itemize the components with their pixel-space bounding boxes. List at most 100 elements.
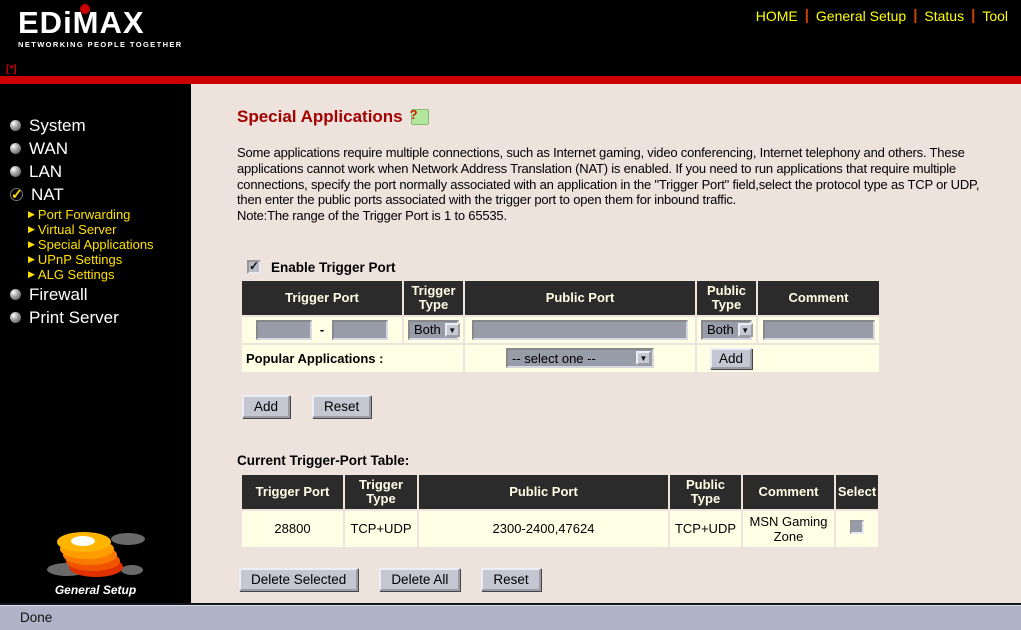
submenu-item-label: Port Forwarding (38, 207, 130, 222)
enable-trigger-port-checkbox[interactable] (247, 260, 261, 274)
logo-text: EDiMAX (18, 8, 183, 38)
description-text: Some applications require multiple conne… (237, 145, 979, 207)
nav-general-setup[interactable]: General Setup (809, 8, 913, 24)
nav-status[interactable]: Status (917, 8, 971, 24)
row-comment: MSN Gaming Zone (743, 511, 834, 547)
submenu-item-label: UPnP Settings (38, 252, 122, 267)
router-admin-window: EDiMAX NETWORKING PEOPLE TOGETHER HOME |… (0, 0, 1021, 630)
reset-button[interactable]: Reset (312, 395, 371, 418)
sidebar-item-lan[interactable]: LAN (0, 160, 191, 183)
row-public-type: TCP+UDP (670, 511, 741, 547)
col-header-public-type: Public Type (670, 475, 741, 509)
trigger-port-to-input[interactable] (332, 320, 388, 340)
page-title: Special Applications (237, 107, 403, 127)
page-description: Some applications require multiple conne… (237, 145, 1005, 224)
triangle-icon: ▶ (28, 237, 35, 252)
sidebar-item-upnp-settings[interactable]: ▶ UPnP Settings (28, 252, 191, 267)
public-type-select[interactable]: Both ▼ (701, 320, 752, 340)
sidebar-item-virtual-server[interactable]: ▶ Virtual Server (28, 222, 191, 237)
public-type-cell: Both ▼ (697, 317, 756, 343)
col-header-comment: Comment (758, 281, 879, 315)
sidebar: System WAN LAN NAT ▶ Port Forwarding (0, 84, 191, 603)
col-header-public-port: Public Port (419, 475, 668, 509)
col-header-select: Select (836, 475, 878, 509)
general-setup-label: General Setup (0, 583, 191, 597)
help-book-icon[interactable] (411, 109, 429, 125)
red-divider-bar (0, 76, 1021, 84)
broken-image-marker: [*] (6, 64, 17, 75)
reset-table-button[interactable]: Reset (481, 568, 540, 591)
row-select-checkbox[interactable] (850, 520, 864, 534)
delete-all-button[interactable]: Delete All (379, 568, 460, 591)
row-trigger-type: TCP+UDP (345, 511, 417, 547)
dropdown-arrow-icon: ▼ (738, 323, 753, 337)
dropdown-arrow-icon: ▼ (445, 323, 460, 337)
col-header-public-port: Public Port (465, 281, 695, 315)
bullet-icon (10, 312, 21, 323)
sidebar-item-wan[interactable]: WAN (0, 137, 191, 160)
sidebar-item-port-forwarding[interactable]: ▶ Port Forwarding (28, 207, 191, 222)
general-setup-icon (41, 525, 151, 583)
dropdown-arrow-icon: ▼ (636, 351, 651, 365)
submenu-item-label: Virtual Server (38, 222, 117, 237)
col-header-comment: Comment (743, 475, 834, 509)
sidebar-item-label: WAN (29, 139, 68, 158)
table-row: 28800 TCP+UDP 2300-2400,47624 TCP+UDP MS… (242, 511, 878, 547)
public-port-cell (465, 317, 695, 343)
description-note: Note:The range of the Trigger Port is 1 … (237, 208, 1005, 224)
sidebar-item-firewall[interactable]: Firewall (0, 283, 191, 306)
bullet-icon (10, 166, 21, 177)
col-header-trigger-port: Trigger Port (242, 475, 343, 509)
popular-select-cell: -- select one -- ▼ (465, 345, 695, 372)
sidebar-item-label: LAN (29, 162, 62, 181)
col-header-trigger-type: Trigger Type (404, 281, 463, 315)
sidebar-item-label: Firewall (29, 285, 88, 304)
trigger-port-from-input[interactable] (256, 320, 312, 340)
col-header-trigger-port: Trigger Port (242, 281, 402, 315)
row-trigger-port: 28800 (242, 511, 343, 547)
row-public-port: 2300-2400,47624 (419, 511, 668, 547)
logo-red-dot-icon (80, 4, 90, 14)
header: EDiMAX NETWORKING PEOPLE TOGETHER HOME |… (0, 0, 1021, 76)
sidebar-item-label: NAT (31, 185, 64, 204)
edimax-logo: EDiMAX NETWORKING PEOPLE TOGETHER (18, 8, 183, 49)
enable-trigger-port-label: Enable Trigger Port (271, 260, 396, 275)
sidebar-item-special-applications[interactable]: ▶ Special Applications (28, 237, 191, 252)
col-header-public-type: Public Type (697, 281, 756, 315)
public-port-input[interactable] (472, 320, 688, 340)
sidebar-item-nat[interactable]: NAT (0, 183, 191, 206)
col-header-trigger-type: Trigger Type (345, 475, 417, 509)
popular-applications-select[interactable]: -- select one -- ▼ (506, 348, 654, 368)
delete-selected-button[interactable]: Delete Selected (239, 568, 358, 591)
nav-home[interactable]: HOME (749, 8, 805, 24)
popular-applications-label: Popular Applications : (242, 345, 463, 372)
popular-add-cell: Add (697, 345, 879, 372)
status-text: Done (20, 610, 52, 625)
row-select-cell (836, 511, 878, 547)
popular-select-value: -- select one -- (508, 351, 636, 366)
checkmark-icon (10, 188, 23, 201)
logo-tagline: NETWORKING PEOPLE TOGETHER (18, 40, 183, 49)
trigger-form-table: Trigger Port Trigger Type Public Port Pu… (240, 279, 881, 374)
trigger-port-range-cell: - (242, 317, 402, 343)
sidebar-item-label: System (29, 116, 86, 135)
public-type-value: Both (703, 322, 738, 337)
trigger-type-value: Both (410, 322, 445, 337)
triangle-icon: ▶ (28, 222, 35, 237)
sidebar-item-system[interactable]: System (0, 114, 191, 137)
bullet-icon (10, 289, 21, 300)
sidebar-item-print-server[interactable]: Print Server (0, 306, 191, 329)
triangle-icon: ▶ (28, 207, 35, 222)
comment-input[interactable] (763, 320, 875, 340)
sidebar-item-alg-settings[interactable]: ▶ ALG Settings (28, 267, 191, 282)
nav-tool[interactable]: Tool (975, 8, 1015, 24)
popular-add-button[interactable]: Add (710, 348, 752, 369)
sidebar-item-label: Print Server (29, 308, 119, 327)
submenu-item-label: Special Applications (38, 237, 154, 252)
triangle-icon: ▶ (28, 252, 35, 267)
add-button[interactable]: Add (242, 395, 290, 418)
sidebar-footer: General Setup (0, 525, 191, 597)
main-content: Special Applications Some applications r… (191, 84, 1021, 603)
trigger-type-select[interactable]: Both ▼ (408, 320, 459, 340)
range-separator: - (316, 322, 328, 337)
